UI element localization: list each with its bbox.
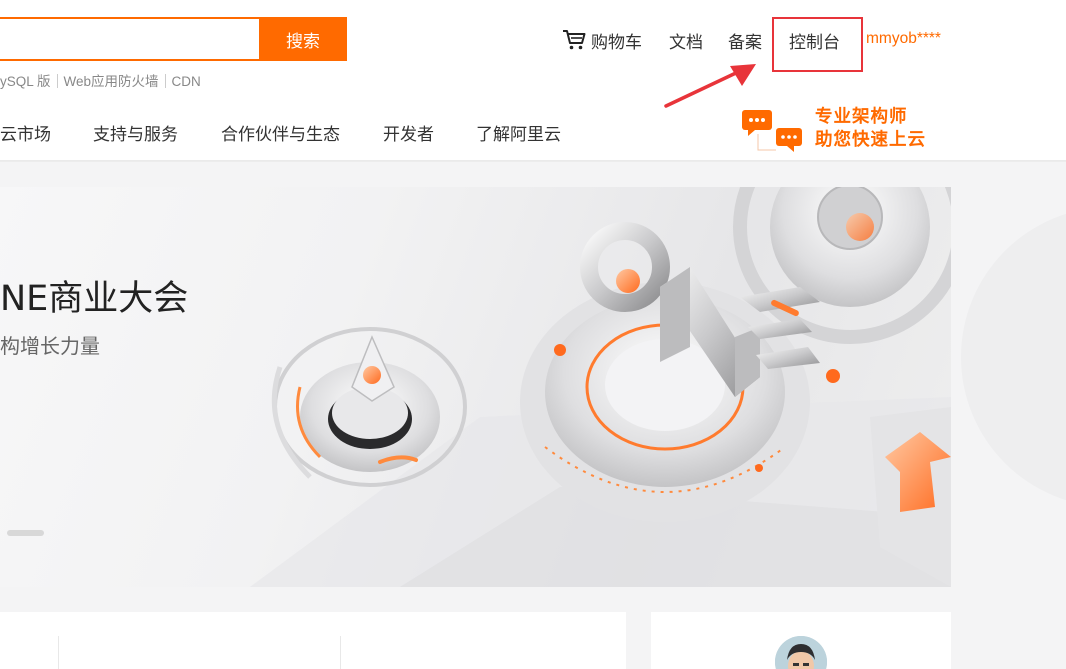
search-button[interactable]: 搜索	[259, 17, 347, 61]
cart-icon[interactable]	[562, 29, 586, 51]
divider	[56, 74, 58, 88]
divider	[164, 74, 166, 88]
red-arrow-annotation	[664, 64, 756, 108]
background-decoration	[961, 213, 1066, 501]
promo-line-1: 专业架构师	[815, 107, 908, 127]
user-account-link[interactable]: mmyob****	[866, 30, 941, 48]
hot-word-waf[interactable]: Web应用防火墙	[64, 74, 159, 89]
carousel-indicator[interactable]	[7, 530, 44, 536]
nav-about[interactable]: 了解阿里云	[476, 120, 561, 145]
banner-subtitle: 构增长力量	[0, 334, 100, 358]
cart-link[interactable]: 购物车	[591, 28, 642, 53]
divider	[340, 636, 341, 669]
hot-word-cdn[interactable]: CDN	[172, 74, 201, 89]
console-highlight-box	[772, 17, 863, 72]
search-input[interactable]	[0, 17, 260, 61]
nav-marketplace[interactable]: 云市场	[0, 120, 51, 145]
docs-link[interactable]: 文档	[669, 28, 703, 53]
promo-architect[interactable]: 专业架构师 助您快速上云	[815, 106, 926, 152]
record-link[interactable]: 备案	[728, 28, 762, 53]
hot-word-mysql[interactable]: ySQL 版	[0, 74, 51, 89]
banner-title: NE商业大会	[0, 279, 189, 319]
promo-line-2: 助您快速上云	[815, 130, 926, 150]
banner-illustration	[250, 187, 951, 587]
nav-developers[interactable]: 开发者	[383, 120, 434, 145]
nav-support[interactable]: 支持与服务	[93, 120, 178, 145]
nav-partners[interactable]: 合作伙伴与生态	[221, 120, 340, 145]
divider	[58, 636, 59, 669]
product-card-panel	[0, 612, 626, 669]
hot-search-words: ySQL 版 Web应用防火墙 CDN	[0, 70, 201, 90]
